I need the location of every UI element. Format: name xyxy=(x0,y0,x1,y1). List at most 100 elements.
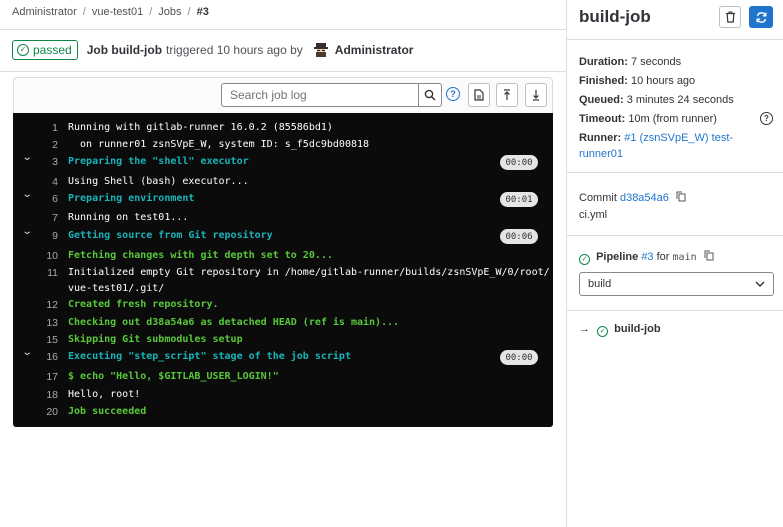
check-circle-icon: ✓ xyxy=(597,325,609,337)
stage-select-value: build xyxy=(588,278,612,290)
scroll-to-top-button[interactable] xyxy=(496,83,518,107)
breadcrumb-separator: / xyxy=(187,6,191,18)
job-list-item[interactable]: → ✓ build-job xyxy=(579,323,661,337)
pipeline-ref[interactable]: main xyxy=(673,252,697,263)
runner-row: Runner: #1 (zsnSVpE_W) test- xyxy=(579,132,734,144)
breadcrumb-current[interactable]: #3 xyxy=(197,6,209,18)
arrow-right-icon: → xyxy=(579,323,590,335)
breadcrumb-administrator[interactable]: Administrator xyxy=(12,6,77,18)
divider xyxy=(0,29,566,30)
section-duration-badge: 00:00 xyxy=(500,350,538,365)
trash-icon xyxy=(725,11,735,23)
job-sidebar: build-job Duration: 7 seconds Finished: … xyxy=(566,0,783,527)
scroll-down-icon xyxy=(533,90,539,101)
job-name: Job build-job xyxy=(86,43,163,57)
divider xyxy=(0,71,566,72)
commit-sha-link[interactable]: d38a54a6 xyxy=(620,192,669,204)
user-avatar-icon[interactable] xyxy=(313,42,329,58)
log-line-text: Hello, root! xyxy=(68,389,141,400)
log-line-number[interactable]: 1 xyxy=(31,122,58,134)
triggered-text: triggered 10 hours ago by xyxy=(166,43,303,57)
log-line-text: Getting source from Git repository xyxy=(68,230,273,241)
log-line-text: vue-test01/.git/ xyxy=(68,283,165,294)
log-line-text: Using Shell (bash) executor... xyxy=(68,176,249,187)
log-line-number[interactable]: 7 xyxy=(31,212,58,224)
pipeline-row: ✓ Pipeline #3 for main xyxy=(579,250,714,265)
log-line-text: Preparing environment xyxy=(68,193,195,204)
log-line-number[interactable]: 2 xyxy=(31,139,58,151)
divider xyxy=(567,310,783,311)
chevron-down-icon xyxy=(755,281,765,287)
check-circle-icon: ✓ xyxy=(579,253,590,265)
log-line-text: Running with gitlab-runner 16.0.2 (85586… xyxy=(68,122,333,133)
log-line-text: Skipping Git submodules setup xyxy=(68,334,243,345)
divider xyxy=(567,39,783,40)
commit-row: Commit d38a54a6 xyxy=(579,191,686,204)
commit-message: ci.yml xyxy=(579,209,608,221)
breadcrumb-separator: / xyxy=(149,6,153,18)
status-badge[interactable]: ✓ passed xyxy=(12,40,78,60)
breadcrumb-jobs[interactable]: Jobs xyxy=(158,6,181,18)
log-line-number[interactable]: 4 xyxy=(31,176,58,188)
search-button[interactable] xyxy=(418,83,442,107)
file-icon xyxy=(474,89,484,101)
timeout-help-icon[interactable]: ? xyxy=(760,112,773,125)
sidebar-job-title: build-job xyxy=(579,7,651,26)
section-duration-badge: 00:01 xyxy=(500,192,538,207)
log-line-number[interactable]: 11 xyxy=(31,267,58,279)
log-toolbar: Search job log ? xyxy=(13,77,553,113)
log-line-text: Checking out d38a54a6 as detached HEAD (… xyxy=(68,317,400,328)
search-icon xyxy=(424,89,436,101)
retry-icon xyxy=(756,11,766,23)
raw-log-button[interactable] xyxy=(468,83,490,107)
pipeline-link[interactable]: #3 xyxy=(641,251,653,263)
log-line-text: Running on test01... xyxy=(68,212,189,223)
stage-select[interactable]: build xyxy=(579,272,774,296)
log-line-number[interactable]: 9 xyxy=(31,230,58,242)
user-name[interactable]: Administrator xyxy=(335,43,414,57)
section-duration-badge: 00:00 xyxy=(500,155,538,170)
divider xyxy=(567,172,783,173)
queued-row: Queued: 3 minutes 24 seconds xyxy=(579,94,734,106)
copy-icon[interactable] xyxy=(704,250,714,261)
job-header: ✓ passed Job build-job triggered 10 hour… xyxy=(12,39,417,61)
log-line-number[interactable]: 12 xyxy=(31,299,58,311)
section-duration-badge: 00:06 xyxy=(500,229,538,244)
runner-link[interactable]: #1 (zsnSVpE_W) test- xyxy=(624,132,733,144)
help-icon[interactable]: ? xyxy=(446,87,460,101)
job-log: 1 Running with gitlab-runner 16.0.2 (8558… xyxy=(13,113,553,427)
log-line-number[interactable]: 10 xyxy=(31,250,58,262)
log-line-text: on runner01 zsnSVpE_W, system ID: s_f5dc… xyxy=(68,139,370,150)
log-line-text: Created fresh repository. xyxy=(68,299,219,310)
log-line-number[interactable]: 15 xyxy=(31,334,58,346)
log-line-number[interactable]: 18 xyxy=(31,389,58,401)
scroll-to-bottom-button[interactable] xyxy=(525,83,547,107)
log-line-number[interactable]: 13 xyxy=(31,317,58,329)
breadcrumb-project[interactable]: vue-test01 xyxy=(92,6,143,18)
log-line-number[interactable]: 17 xyxy=(31,371,58,383)
check-circle-icon: ✓ xyxy=(17,44,29,56)
breadcrumb-separator: / xyxy=(82,6,86,18)
runner-link-cont[interactable]: runner01 xyxy=(579,148,623,160)
log-line-text: Preparing the "shell" executor xyxy=(68,156,249,167)
scroll-up-icon xyxy=(504,89,510,100)
erase-job-button[interactable] xyxy=(719,6,741,28)
log-line-number[interactable]: 20 xyxy=(31,406,58,418)
log-line-number[interactable]: 6 xyxy=(31,193,58,205)
timeout-row: Timeout: 10m (from runner) xyxy=(579,113,717,125)
finished-row: Finished: 10 hours ago xyxy=(579,75,696,87)
status-label: passed xyxy=(33,43,72,57)
log-line-text: Job succeeded xyxy=(68,406,147,417)
log-line-text: Executing "step_script" stage of the job… xyxy=(68,351,351,362)
retry-job-button[interactable] xyxy=(749,6,773,28)
breadcrumb: Administrator / vue-test01 / Jobs / #3 xyxy=(12,5,209,19)
duration-row: Duration: 7 seconds xyxy=(579,56,682,68)
log-line-text: $ echo "Hello, $GITLAB_USER_LOGIN!" xyxy=(68,371,279,382)
copy-icon[interactable] xyxy=(676,191,686,202)
log-line-number[interactable]: 16 xyxy=(31,351,58,363)
search-job-log-input[interactable]: Search job log xyxy=(221,83,419,107)
log-line-text: Initialized empty Git repository in /hom… xyxy=(68,267,550,278)
main-content: Administrator / vue-test01 / Jobs / #3 ✓… xyxy=(0,0,566,527)
log-line-text: Fetching changes with git depth set to 2… xyxy=(68,250,333,261)
log-line-number[interactable]: 3 xyxy=(31,156,58,168)
